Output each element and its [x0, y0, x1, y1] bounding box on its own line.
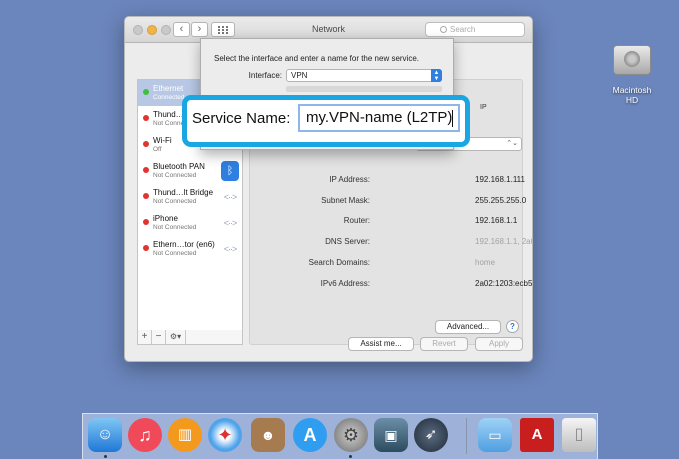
launchpad-icon[interactable]: ➶ [414, 418, 448, 452]
pdf-document-icon[interactable]: A [520, 418, 554, 452]
status-dot [143, 141, 149, 147]
ip-address-value: 192.168.1.111 [475, 175, 525, 184]
system-preferences-icon[interactable]: ⚙ [334, 418, 368, 452]
contacts-icon[interactable]: ☻ [251, 418, 285, 452]
partial-ip-text: IP [480, 104, 487, 111]
running-indicator [104, 455, 107, 458]
vpn-type-popup-partial[interactable] [286, 86, 442, 92]
add-service-button[interactable]: + [138, 330, 152, 344]
ipv6-address-label: IPv6 Address: [320, 279, 370, 288]
bluetooth-icon: ᛒ [221, 161, 239, 181]
music-icon[interactable]: ♫ [128, 418, 162, 452]
apply-button[interactable]: Apply [475, 337, 523, 351]
finder-icon[interactable]: ☺ [88, 418, 122, 452]
service-name-value: my.VPN-name (L2TP) [306, 109, 453, 126]
service-name: Ethernet [153, 84, 184, 93]
status-dot [143, 245, 149, 251]
interface-label: Interface: [248, 71, 282, 80]
router-label: Router: [343, 216, 370, 225]
service-status: Not Connected [153, 172, 197, 179]
status-dot [143, 193, 149, 199]
interface-popup[interactable]: VPN ▲ ▼ [286, 69, 442, 82]
status-dot [143, 89, 149, 95]
network-arrows-icon: <··> [223, 192, 238, 202]
preview-icon[interactable]: ▣ [374, 418, 408, 452]
chevron-updown-icon: ▲ ▼ [431, 69, 442, 82]
service-status: Not Connected [153, 198, 197, 205]
chevron-updown-icon: ⌃⌄ [506, 140, 518, 147]
service-name: iPhone [153, 214, 178, 223]
search-domains-label: Search Domains: [308, 258, 370, 267]
service-status: Connected [153, 94, 185, 101]
search-placeholder: Search [450, 25, 476, 34]
subnet-mask-value: 255.255.255.0 [475, 196, 527, 205]
safari-icon[interactable]: ✦ [208, 418, 242, 452]
service-name: Thund… [153, 110, 184, 119]
dns-server-label: DNS Server: [325, 237, 370, 246]
network-arrows-icon: <··> [223, 244, 238, 254]
service-name-input[interactable]: my.VPN-name (L2TP) [298, 104, 460, 132]
service-name: Bluetooth PAN [153, 162, 205, 171]
folder-icon[interactable]: ▭ [478, 418, 512, 452]
network-arrows-icon: <··> [223, 218, 238, 228]
router-value: 192.168.1.1 [475, 216, 518, 225]
sidebar-item-iphone[interactable]: iPhone Not Connected <··> [138, 210, 242, 236]
service-name: Ethern…tor (en6) [153, 240, 215, 249]
sheet-instruction: Select the interface and enter a name fo… [214, 54, 420, 63]
running-indicator [349, 455, 352, 458]
revert-button[interactable]: Revert [420, 337, 468, 351]
search-field[interactable]: Search [425, 22, 525, 37]
service-list-toolbar: + − ⚙▾ [137, 330, 243, 345]
hard-drive-icon[interactable] [611, 39, 653, 79]
service-name: Wi-Fi [153, 136, 172, 145]
search-domains-value: home [475, 258, 496, 267]
text-caret [452, 109, 454, 127]
ip-address-label: IP Address: [329, 175, 370, 184]
service-status: Off [153, 146, 162, 153]
status-dot [143, 167, 149, 173]
service-name: Thund…lt Bridge [153, 188, 214, 197]
help-button[interactable]: ? [506, 320, 519, 333]
app-store-icon[interactable]: A [293, 418, 327, 452]
sidebar-item-ethernet-adaptor[interactable]: Ethern…tor (en6) Not Connected <··> [138, 236, 242, 262]
service-name-label: Service Name: [192, 110, 291, 127]
hard-drive-label: Macintosh HD [612, 85, 652, 105]
remove-service-button[interactable]: − [152, 330, 166, 344]
gear-menu-button[interactable]: ⚙▾ [166, 330, 186, 344]
subnet-mask-label: Subnet Mask: [321, 196, 370, 205]
sidebar-item-bluetooth-pan[interactable]: Bluetooth PAN Not Connected ᛒ [138, 158, 242, 184]
ipv6-address-value: 2a02:1203:ecb5:4…2dd:b1ff:fea1:2b02 [475, 279, 533, 288]
sidebar-item-thunderbolt-bridge[interactable]: Thund…lt Bridge Not Connected <··> [138, 184, 242, 210]
advanced-button[interactable]: Advanced... [435, 320, 501, 334]
assist-me-button[interactable]: Assist me... [348, 337, 414, 351]
trash-icon[interactable]: ▯ [562, 418, 596, 452]
status-dot [143, 115, 149, 121]
dns-server-value: 192.168.1.1, 2a02:1203:ecb5:4e40:7… [475, 237, 532, 246]
dock-separator [466, 418, 467, 454]
interface-value: VPN [291, 71, 308, 80]
books-icon[interactable]: ▥ [168, 418, 202, 452]
service-status: Not Connected [153, 224, 197, 231]
status-dot [143, 219, 149, 225]
search-icon [440, 26, 447, 33]
service-status: Not Connected [153, 250, 197, 257]
